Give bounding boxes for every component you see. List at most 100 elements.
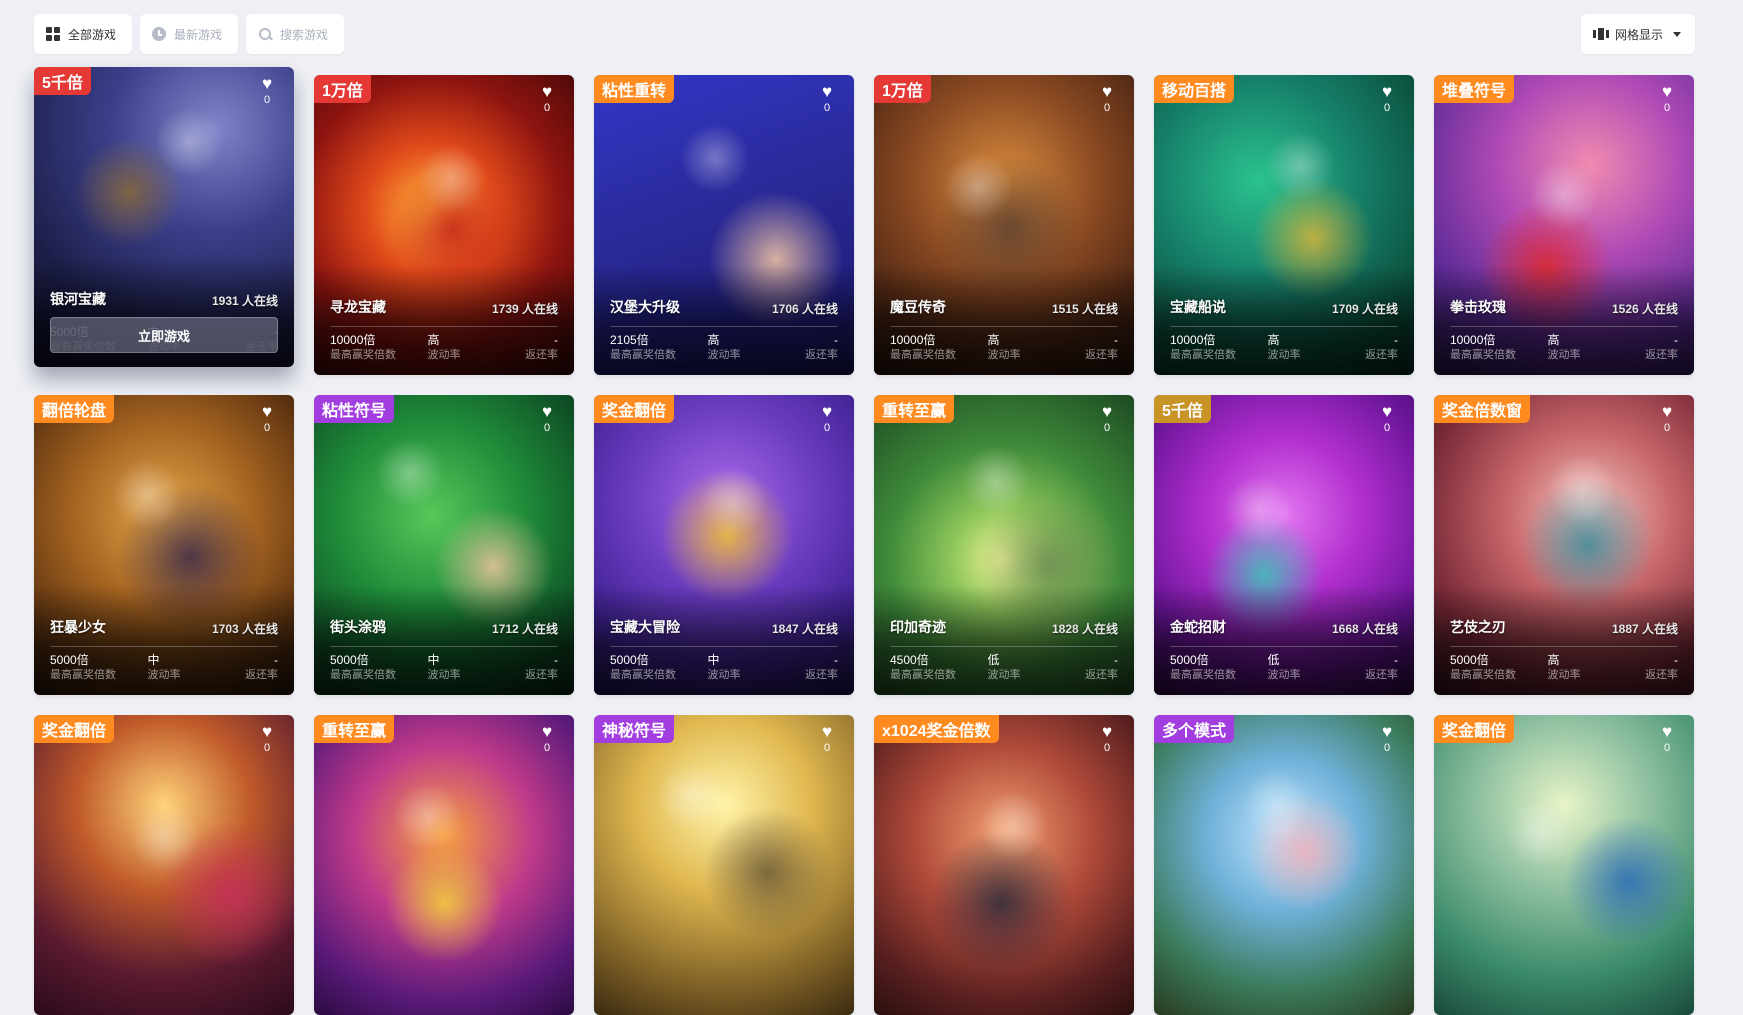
favorite-button[interactable]: ♥ 0 [256,403,278,435]
divider [1450,646,1678,647]
grid-icon [46,27,60,41]
feature-tag: 重转至赢 [874,395,955,423]
favorite-button[interactable]: ♥ 0 [256,74,278,107]
max-win-label: 最高赢奖倍数 [610,349,676,361]
rtp-label: 返还率 [525,349,558,361]
title-row: 街头涂鸦 1712 人在线 [330,617,558,637]
game-grid: 5千倍 ♥ 0 银河宝藏 1931 人在线 5000倍 最高赢奖倍数 中 波动率… [34,67,1694,1015]
game-card[interactable]: 粘性重转 ♥ 0 汉堡大升级 1706 人在线 2105倍 最高赢奖倍数 高 波… [594,75,854,375]
feature-tag: 奖金倍数窗 [1434,395,1531,423]
max-win-label: 最高赢奖倍数 [1450,669,1516,681]
max-win-label: 最高赢奖倍数 [890,669,956,681]
heart-icon: ♥ [261,74,273,93]
rtp-stat: - 返还率 [1085,653,1118,683]
favorite-button[interactable]: ♥ 0 [536,403,558,435]
game-card[interactable]: 奖金翻倍 ♥ 0 宝藏大冒险 1847 人在线 5000倍 最高赢奖倍数 中 波… [594,395,854,695]
max-win-stat: 10000倍 最高赢奖倍数 [1450,333,1548,363]
volatility-stat: 低 波动率 [1268,653,1366,683]
title-row: 汉堡大升级 1706 人在线 [610,297,838,317]
volatility-value: 高 [987,333,1000,347]
favorite-button[interactable]: ♥ 0 [1096,723,1118,755]
favorite-button[interactable]: ♥ 0 [1656,403,1678,435]
online-count: 1847 人在线 [771,622,838,636]
game-card[interactable]: 1万倍 ♥ 0 寻龙宝藏 1739 人在线 10000倍 最高赢奖倍数 高 波动… [314,75,574,375]
game-card[interactable]: 奖金翻倍 ♥ 0 [34,715,294,1015]
view-mode-dropdown[interactable]: 网格显示 [1580,14,1695,54]
latest-games-label: 最新游戏 [174,27,223,42]
favorite-button[interactable]: ♥ 0 [1656,723,1678,755]
favorite-button[interactable]: ♥ 0 [536,83,558,115]
favorite-count: 0 [543,742,551,754]
favorite-button[interactable]: ♥ 0 [1096,83,1118,115]
rtp-value: - [274,653,278,667]
max-win-label: 最高赢奖倍数 [50,669,116,681]
game-card[interactable]: 重转至赢 ♥ 0 印加奇迹 1828 人在线 4500倍 最高赢奖倍数 低 波动… [874,395,1134,695]
rtp-stat: - 返还率 [525,333,558,363]
favorite-count: 0 [1663,102,1671,114]
game-card[interactable]: 移动百搭 ♥ 0 宝藏船说 1709 人在线 10000倍 最高赢奖倍数 高 波… [1154,75,1414,375]
favorite-button[interactable]: ♥ 0 [1376,403,1398,435]
favorite-count: 0 [543,422,551,434]
game-card[interactable]: 1万倍 ♥ 0 魔豆传奇 1515 人在线 10000倍 最高赢奖倍数 高 波动… [874,75,1134,375]
favorite-button[interactable]: ♥ 0 [816,723,838,755]
game-card[interactable]: 多个模式 ♥ 0 [1154,715,1414,1015]
feature-tag: 1万倍 [874,75,931,103]
favorite-button[interactable]: ♥ 0 [1096,403,1118,435]
max-win-value: 5000倍 [1170,653,1209,667]
volatility-label: 波动率 [427,669,461,681]
game-card[interactable]: x1024奖金倍数 ♥ 0 [874,715,1134,1015]
feature-tag: 重转至赢 [314,715,395,743]
favorite-button[interactable]: ♥ 0 [1656,83,1678,115]
rtp-stat: - 返还率 [805,333,838,363]
volatility-label: 波动率 [1267,349,1301,361]
title-row: 拳击玫瑰 1526 人在线 [1450,297,1678,317]
game-card[interactable]: 5千倍 ♥ 0 银河宝藏 1931 人在线 5000倍 最高赢奖倍数 中 波动率… [34,67,294,367]
max-win-label: 最高赢奖倍数 [1170,669,1236,681]
search-games-button[interactable]: 搜索游戏 [246,14,345,54]
game-stats: 5000倍 最高赢奖倍数 高 波动率 - 返还率 [1450,653,1678,683]
volatility-label: 波动率 [987,669,1021,681]
title-row: 寻龙宝藏 1739 人在线 [330,297,558,317]
feature-tag: 5千倍 [34,67,91,95]
max-win-stat: 5000倍 最高赢奖倍数 [1170,653,1268,683]
latest-games-button[interactable]: 最新游戏 [140,14,239,54]
volatility-label: 波动率 [1547,349,1581,361]
favorite-count: 0 [263,94,271,106]
game-card[interactable]: 堆叠符号 ♥ 0 拳击玫瑰 1526 人在线 10000倍 最高赢奖倍数 高 波… [1434,75,1694,375]
title-row: 金蛇招财 1668 人在线 [1170,617,1398,637]
game-stats: 5000倍 最高赢奖倍数 中 波动率 - 返还率 [610,653,838,683]
rtp-label: 返还率 [1085,349,1118,361]
feature-tag: 移动百搭 [1154,75,1235,103]
favorite-count: 0 [1103,102,1111,114]
max-win-label: 最高赢奖倍数 [610,669,676,681]
game-name: 宝藏船说 [1170,299,1226,315]
play-now-button[interactable]: 立即游戏 [50,317,278,353]
online-count: 1706 人在线 [771,302,838,316]
game-card[interactable]: 神秘符号 ♥ 0 [594,715,854,1015]
game-card[interactable]: 奖金翻倍 ♥ 0 [1434,715,1694,1015]
game-name: 金蛇招财 [1170,619,1226,635]
game-card[interactable]: 奖金倍数窗 ♥ 0 艺伎之刃 1887 人在线 5000倍 最高赢奖倍数 高 波… [1434,395,1694,695]
max-win-label: 最高赢奖倍数 [1450,349,1516,361]
favorite-button[interactable]: ♥ 0 [1376,723,1398,755]
game-card[interactable]: 5千倍 ♥ 0 金蛇招财 1668 人在线 5000倍 最高赢奖倍数 低 波动率… [1154,395,1414,695]
favorite-button[interactable]: ♥ 0 [816,83,838,115]
divider [330,326,558,327]
game-card[interactable]: 重转至赢 ♥ 0 [314,715,574,1015]
feature-tag: x1024奖金倍数 [874,715,999,743]
rtp-label: 返还率 [1085,669,1118,681]
favorite-button[interactable]: ♥ 0 [816,403,838,435]
favorite-button[interactable]: ♥ 0 [1376,83,1398,115]
volatility-stat: 低 波动率 [988,653,1086,683]
favorite-button[interactable]: ♥ 0 [536,723,558,755]
game-card[interactable]: 粘性符号 ♥ 0 街头涂鸦 1712 人在线 5000倍 最高赢奖倍数 中 波动… [314,395,574,695]
divider [330,646,558,647]
title-row: 宝藏大冒险 1847 人在线 [610,617,838,637]
all-games-button[interactable]: 全部游戏 [34,14,133,54]
rtp-stat: - 返还率 [1365,653,1398,683]
divider [1450,326,1678,327]
favorite-button[interactable]: ♥ 0 [256,723,278,755]
max-win-stat: 5000倍 最高赢奖倍数 [330,653,428,683]
rtp-label: 返还率 [805,669,838,681]
game-card[interactable]: 翻倍轮盘 ♥ 0 狂暴少女 1703 人在线 5000倍 最高赢奖倍数 中 波动… [34,395,294,695]
